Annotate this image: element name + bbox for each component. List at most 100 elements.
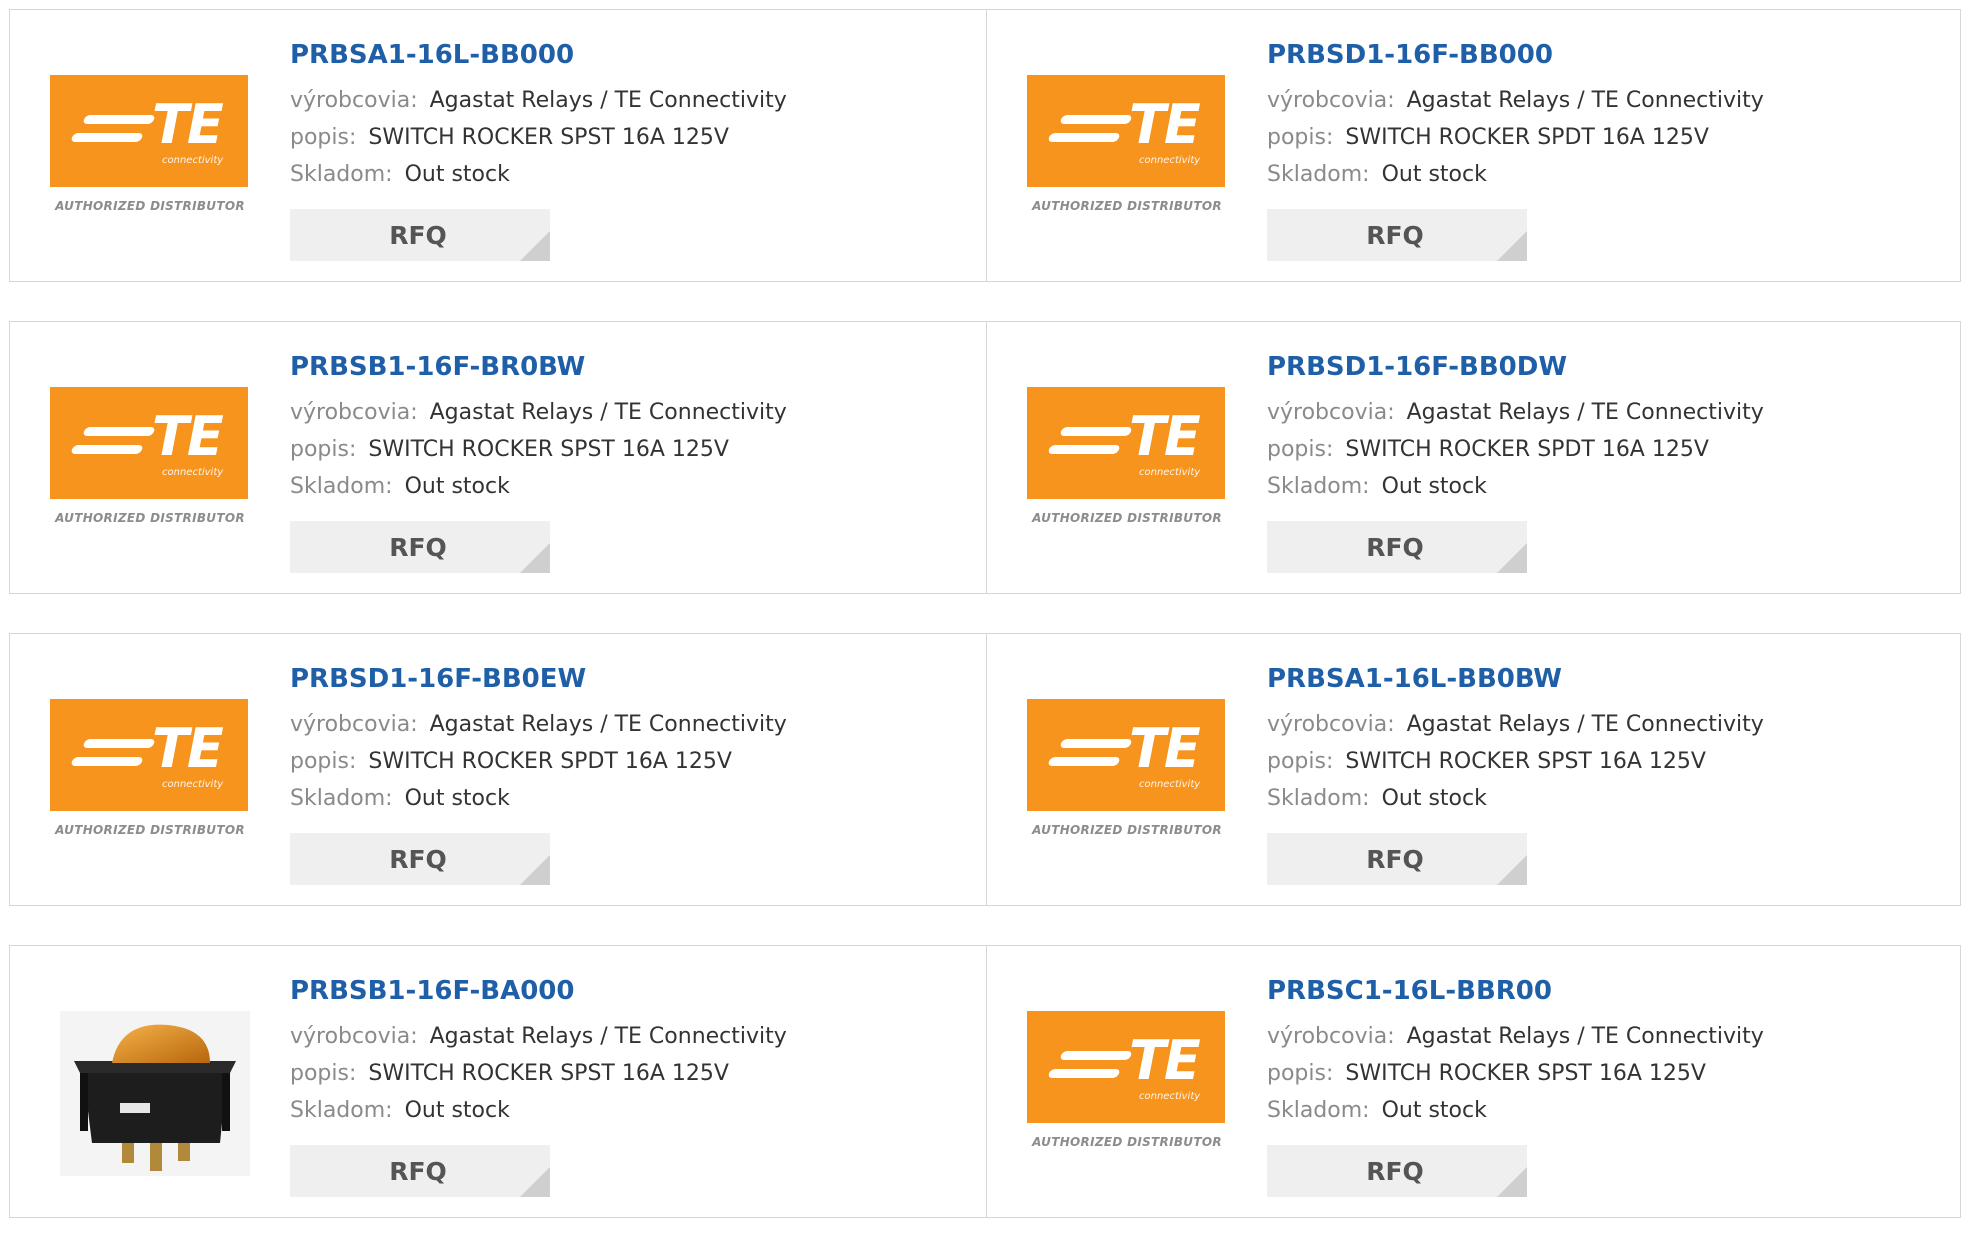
corner-decoration <box>1497 1167 1527 1197</box>
rfq-label: RFQ <box>389 220 447 250</box>
product-info: PRBSC1-16L-BBR00 výrobcovia: Agastat Rela… <box>1267 976 1764 1133</box>
te-connectivity-logo[interactable]: TE connectivity AUTHORIZED DISTRIBUTOR <box>1027 1011 1227 1171</box>
logo-subtitle: connectivity <box>162 467 224 478</box>
stock-value: Out stock <box>404 162 510 187</box>
logo-letters: TE <box>1129 1029 1201 1092</box>
description-value: SWITCH ROCKER SPST 16A 125V <box>1345 749 1706 774</box>
manufacturer-label: výrobcovia: <box>1267 400 1395 425</box>
logo-letters: TE <box>1129 405 1201 468</box>
stock-value: Out stock <box>404 1098 510 1123</box>
logo-subtitle: connectivity <box>1139 779 1201 790</box>
logo-letters: TE <box>152 717 224 780</box>
product-card: TE connectivity AUTHORIZED DISTRIBUTOR PRB… <box>987 945 1961 1218</box>
description-value: SWITCH ROCKER SPST 16A 125V <box>1345 1061 1706 1086</box>
te-connectivity-logo[interactable]: TE connectivity AUTHORIZED DISTRIBUTOR <box>1027 387 1227 547</box>
product-card: TE connectivity AUTHORIZED DISTRIBUTOR PRB… <box>9 633 987 906</box>
corner-decoration <box>1497 231 1527 261</box>
logo-letters: TE <box>1129 717 1201 780</box>
rfq-button[interactable]: RFQ <box>1267 209 1527 261</box>
manufacturer-label: výrobcovia: <box>290 712 418 737</box>
manufacturer-value: Agastat Relays / TE Connectivity <box>1406 712 1764 737</box>
logo-subtitle: connectivity <box>1139 467 1201 478</box>
product-info: PRBSD1-16F-BB0DW výrobcovia: Agastat Rela… <box>1267 352 1764 509</box>
rfq-label: RFQ <box>1366 1156 1424 1186</box>
te-connectivity-logo[interactable]: TE connectivity AUTHORIZED DISTRIBUTOR <box>1027 699 1227 859</box>
stock-value: Out stock <box>404 786 510 811</box>
description-label: popis: <box>290 437 357 462</box>
stock-label: Skladom: <box>290 162 393 187</box>
rocker-switch-photo[interactable] <box>50 1011 250 1176</box>
product-row: PRBSB1-16F-BA000 výrobcovia: Agastat Rela… <box>9 945 1961 1218</box>
product-info: PRBSB1-16F-BA000 výrobcovia: Agastat Rela… <box>290 976 787 1133</box>
part-number-link[interactable]: PRBSC1-16L-BBR00 <box>1267 976 1764 1010</box>
description-value: SWITCH ROCKER SPDT 16A 125V <box>1345 125 1709 150</box>
description-label: popis: <box>1267 437 1334 462</box>
description-label: popis: <box>290 125 357 150</box>
rfq-button[interactable]: RFQ <box>1267 833 1527 885</box>
rfq-label: RFQ <box>389 844 447 874</box>
manufacturer-label: výrobcovia: <box>1267 712 1395 737</box>
authorized-distributor-label: AUTHORIZED DISTRIBUTOR <box>55 511 245 525</box>
rfq-button[interactable]: RFQ <box>1267 521 1527 573</box>
product-card: TE connectivity AUTHORIZED DISTRIBUTOR PRB… <box>987 321 1961 594</box>
product-grid: TE connectivity AUTHORIZED DISTRIBUTOR PRB… <box>9 9 1961 1257</box>
stock-value: Out stock <box>1381 474 1487 499</box>
stock-value: Out stock <box>1381 162 1487 187</box>
te-connectivity-logo[interactable]: TE connectivity AUTHORIZED DISTRIBUTOR <box>1027 75 1227 235</box>
te-connectivity-logo[interactable]: TE connectivity AUTHORIZED DISTRIBUTOR <box>50 699 250 859</box>
manufacturer-value: Agastat Relays / TE Connectivity <box>429 1024 787 1049</box>
description-value: SWITCH ROCKER SPDT 16A 125V <box>1345 437 1709 462</box>
stock-label: Skladom: <box>1267 786 1370 811</box>
rfq-label: RFQ <box>1366 844 1424 874</box>
authorized-distributor-label: AUTHORIZED DISTRIBUTOR <box>1032 511 1222 525</box>
manufacturer-label: výrobcovia: <box>290 88 418 113</box>
corner-decoration <box>1497 855 1527 885</box>
logo-subtitle: connectivity <box>162 779 224 790</box>
manufacturer-label: výrobcovia: <box>290 1024 418 1049</box>
part-number-link[interactable]: PRBSD1-16F-BB0DW <box>1267 352 1764 386</box>
stock-value: Out stock <box>404 474 510 499</box>
product-info: PRBSD1-16F-BB0EW výrobcovia: Agastat Rela… <box>290 664 787 821</box>
authorized-distributor-label: AUTHORIZED DISTRIBUTOR <box>1032 199 1222 213</box>
product-card: TE connectivity AUTHORIZED DISTRIBUTOR PRB… <box>987 9 1961 282</box>
logo-subtitle: connectivity <box>162 155 224 166</box>
part-number-link[interactable]: PRBSD1-16F-BB0EW <box>290 664 787 698</box>
rfq-button[interactable]: RFQ <box>1267 1145 1527 1197</box>
stock-label: Skladom: <box>1267 162 1370 187</box>
manufacturer-label: výrobcovia: <box>1267 88 1395 113</box>
description-value: SWITCH ROCKER SPST 16A 125V <box>368 437 729 462</box>
manufacturer-label: výrobcovia: <box>290 400 418 425</box>
rfq-label: RFQ <box>389 532 447 562</box>
rfq-label: RFQ <box>1366 532 1424 562</box>
rfq-button[interactable]: RFQ <box>290 1145 550 1197</box>
manufacturer-value: Agastat Relays / TE Connectivity <box>429 88 787 113</box>
part-number-link[interactable]: PRBSA1-16L-BB000 <box>290 40 787 74</box>
manufacturer-value: Agastat Relays / TE Connectivity <box>429 400 787 425</box>
manufacturer-value: Agastat Relays / TE Connectivity <box>429 712 787 737</box>
stock-label: Skladom: <box>1267 1098 1370 1123</box>
description-value: SWITCH ROCKER SPST 16A 125V <box>368 125 729 150</box>
corner-decoration <box>520 543 550 573</box>
rfq-button[interactable]: RFQ <box>290 833 550 885</box>
part-number-link[interactable]: PRBSA1-16L-BB0BW <box>1267 664 1764 698</box>
rfq-button[interactable]: RFQ <box>290 209 550 261</box>
logo-orange-box: TE connectivity <box>1027 699 1225 811</box>
rfq-label: RFQ <box>1366 220 1424 250</box>
logo-subtitle: connectivity <box>1139 1091 1201 1102</box>
part-number-link[interactable]: PRBSB1-16F-BA000 <box>290 976 787 1010</box>
logo-orange-box: TE connectivity <box>50 387 248 499</box>
rfq-label: RFQ <box>389 1156 447 1186</box>
description-label: popis: <box>1267 749 1334 774</box>
description-label: popis: <box>290 749 357 774</box>
authorized-distributor-label: AUTHORIZED DISTRIBUTOR <box>55 199 245 213</box>
logo-letters: TE <box>1129 93 1201 156</box>
logo-orange-box: TE connectivity <box>50 699 248 811</box>
stock-label: Skladom: <box>290 786 393 811</box>
description-label: popis: <box>290 1061 357 1086</box>
te-connectivity-logo[interactable]: TE connectivity AUTHORIZED DISTRIBUTOR <box>50 75 250 235</box>
part-number-link[interactable]: PRBSD1-16F-BB000 <box>1267 40 1764 74</box>
rfq-button[interactable]: RFQ <box>290 521 550 573</box>
te-connectivity-logo[interactable]: TE connectivity AUTHORIZED DISTRIBUTOR <box>50 387 250 547</box>
description-label: popis: <box>1267 125 1334 150</box>
part-number-link[interactable]: PRBSB1-16F-BR0BW <box>290 352 787 386</box>
